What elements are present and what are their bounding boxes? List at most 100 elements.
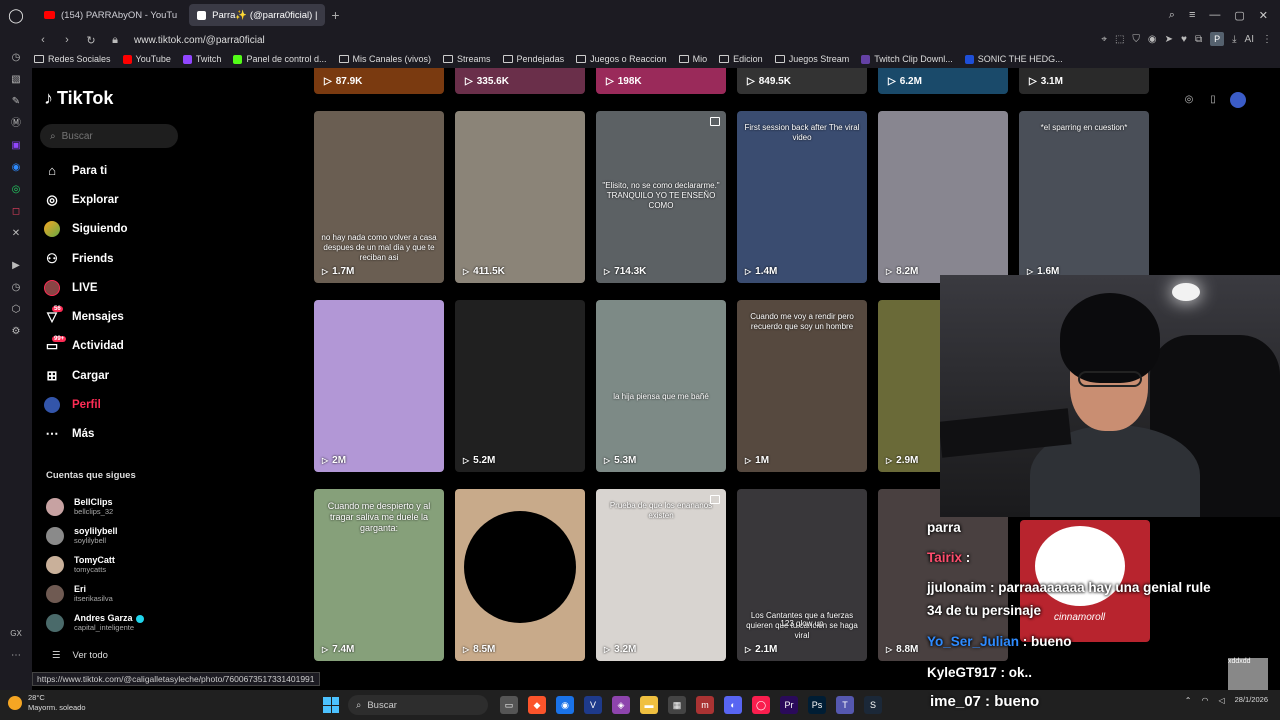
steam-icon[interactable]: S	[864, 696, 882, 714]
whatsapp-icon[interactable]: ◎	[10, 184, 22, 196]
menu-icon[interactable]: ≡	[1189, 9, 1195, 21]
video-card[interactable]: Cuando me despierto y al tragar saliva m…	[314, 489, 444, 661]
minimize-button[interactable]: —	[1209, 9, 1220, 21]
video-card[interactable]: ▷ 411.5K	[455, 111, 585, 283]
profile-p-icon[interactable]: P	[1210, 32, 1225, 46]
nav-item-explorar[interactable]: ◎ Explorar	[44, 185, 194, 214]
nav-item-para-ti[interactable]: ⌂ Para ti	[44, 156, 194, 185]
video-card[interactable]: ▷ 8.2M	[878, 111, 1008, 283]
instagram-icon[interactable]: ◻	[10, 206, 22, 218]
nav-item-friends[interactable]: ⚇ Friends	[44, 244, 194, 273]
video-card-partial[interactable]: ▷ 6.2M	[878, 68, 1008, 94]
phone-icon[interactable]: ▯	[1206, 93, 1220, 107]
clock[interactable]: 28/1/2026	[1235, 695, 1268, 705]
tab-youtube[interactable]: (154) PARRAbyON - YouTu	[36, 4, 185, 26]
screenshot-icon[interactable]: ⬚	[1115, 34, 1124, 45]
ai-button[interactable]: AI	[1245, 34, 1254, 45]
start-button[interactable]	[323, 697, 339, 713]
send-icon[interactable]: ➤	[1165, 34, 1173, 45]
video-card[interactable]: Cuando me voy a rendir pero recuerdo que…	[737, 300, 867, 472]
pen-icon[interactable]: ✎	[10, 96, 22, 108]
maximize-button[interactable]: ▢	[1234, 9, 1244, 22]
bookmark-item[interactable]: Redes Sociales	[34, 54, 111, 64]
compass-icon[interactable]: ◎	[1182, 93, 1196, 107]
followed-account[interactable]: Eri itserikasilva	[46, 579, 196, 608]
nav-item-live[interactable]: LIVE	[44, 273, 194, 302]
discord-icon[interactable]: ◐	[724, 696, 742, 714]
download-icon[interactable]: ⤓	[1232, 34, 1236, 45]
tiktok-logo[interactable]: ♪ TikTok	[44, 88, 113, 109]
camera-icon[interactable]: ◉	[1148, 34, 1157, 45]
vscode-icon[interactable]: V	[584, 696, 602, 714]
pin-icon[interactable]: ⌖	[1101, 34, 1107, 45]
app-icon[interactable]: ◈	[612, 696, 630, 714]
cube-icon[interactable]: ⬡	[10, 304, 22, 316]
chevron-up-icon[interactable]: ⌃	[1185, 696, 1192, 705]
clock-icon[interactable]: ◷	[10, 282, 22, 294]
gx-icon[interactable]: GX	[10, 628, 22, 640]
video-card[interactable]: no hay nada como volver a casa despues d…	[314, 111, 444, 283]
nav-item-actividad[interactable]: ▭ 99+ Actividad	[44, 332, 194, 361]
player-icon[interactable]: ▶	[10, 260, 22, 272]
bookmark-item[interactable]: Juegos o Reaccion	[576, 54, 667, 64]
brave-icon[interactable]: ◆	[528, 696, 546, 714]
shield-icon[interactable]: ⛉	[1132, 34, 1140, 45]
nav-item-siguiendo[interactable]: Siguiendo	[44, 215, 194, 244]
bookmark-item[interactable]: Twitch Clip Downl...	[861, 54, 953, 64]
video-card[interactable]: *el sparring en cuestion* ▷ 1.6M	[1019, 111, 1149, 283]
taskbar-search[interactable]: ⌕ Buscar	[348, 695, 488, 715]
more-icon[interactable]: ⋮	[1262, 34, 1272, 45]
video-card[interactable]: ▷ 2M	[314, 300, 444, 472]
bookmark-item[interactable]: Edicion	[719, 54, 763, 64]
video-card[interactable]: "Elisito, no se como declararme." TRANQU…	[596, 111, 726, 283]
video-card-partial[interactable]: ▷ 87.9K	[314, 68, 444, 94]
bookmark-item[interactable]: Pendejadas	[502, 54, 564, 64]
tab-tiktok[interactable]: Parra✨ (@parra0ficial) |	[189, 4, 326, 26]
more-icon[interactable]: ⋯	[10, 650, 22, 662]
followed-account[interactable]: BellClips bellclips_32	[46, 492, 196, 521]
m-icon[interactable]: Ⓜ	[10, 118, 22, 130]
opera-logo-icon[interactable]: ◯	[0, 0, 32, 30]
bookmark-item[interactable]: Streams	[443, 54, 491, 64]
wifi-icon[interactable]: ◠	[1201, 696, 1208, 705]
video-card-partial[interactable]: ▷ 335.6K	[455, 68, 585, 94]
opera-icon[interactable]: ◯	[752, 696, 770, 714]
chrome-icon[interactable]: ◉	[556, 696, 574, 714]
followed-account[interactable]: Andres Garza capital_inteligente	[46, 608, 196, 637]
folder-icon[interactable]: ▬	[640, 696, 658, 714]
new-tab-button[interactable]: +	[331, 7, 339, 23]
messenger-icon[interactable]: ◉	[10, 162, 22, 174]
bookmark-item[interactable]: YouTube	[122, 54, 171, 64]
bookmark-item[interactable]: Mio	[678, 54, 707, 64]
history-icon[interactable]: ◷	[10, 52, 22, 64]
heart-icon[interactable]: ♥	[1181, 34, 1187, 45]
video-card-partial[interactable]: ▷ 3.1M	[1019, 68, 1149, 94]
see-all-link[interactable]: ☰ Ver todo	[52, 650, 108, 661]
video-card[interactable]: Los Cantantes que a fuerzas quieren que …	[737, 489, 867, 661]
followed-account[interactable]: TomyCatt tomycatts	[46, 550, 196, 579]
close-button[interactable]: ✕	[1259, 9, 1268, 22]
forward-icon[interactable]: ›	[58, 34, 76, 46]
nav-item-perfil[interactable]: Perfil	[44, 390, 194, 419]
nav-item-mensajes[interactable]: ▽ 56 Mensajes	[44, 302, 194, 331]
search-input[interactable]	[61, 130, 162, 142]
taskview-icon[interactable]: ▭	[500, 696, 518, 714]
puzzle-icon[interactable]: ⧉	[1195, 34, 1202, 45]
reload-icon[interactable]: ↻	[82, 34, 100, 47]
x-icon[interactable]: ✕	[10, 228, 22, 240]
video-card[interactable]: Prueba de que los enananos existen ▷ 3.2M	[596, 489, 726, 661]
premiere-icon[interactable]: Pr	[780, 696, 798, 714]
video-card[interactable]: la hija piensa que me bañé ▷ 5.3M	[596, 300, 726, 472]
photoshop-icon[interactable]: Ps	[808, 696, 826, 714]
volume-icon[interactable]: ◁	[1218, 696, 1224, 705]
video-card-partial[interactable]: ▷ 198K	[596, 68, 726, 94]
search-icon[interactable]: ⌕	[1169, 9, 1175, 22]
twitch-icon[interactable]: ▣	[10, 140, 22, 152]
back-icon[interactable]: ‹	[34, 34, 52, 46]
store-icon[interactable]: ▦	[668, 696, 686, 714]
bookmark-item[interactable]: SONIC THE HEDG...	[964, 54, 1063, 64]
video-card[interactable]: ▷ 5.2M	[455, 300, 585, 472]
nav-item-cargar[interactable]: ⊞ Cargar	[44, 361, 194, 390]
user-avatar[interactable]	[1230, 92, 1246, 108]
image-icon[interactable]: ▧	[10, 74, 22, 86]
